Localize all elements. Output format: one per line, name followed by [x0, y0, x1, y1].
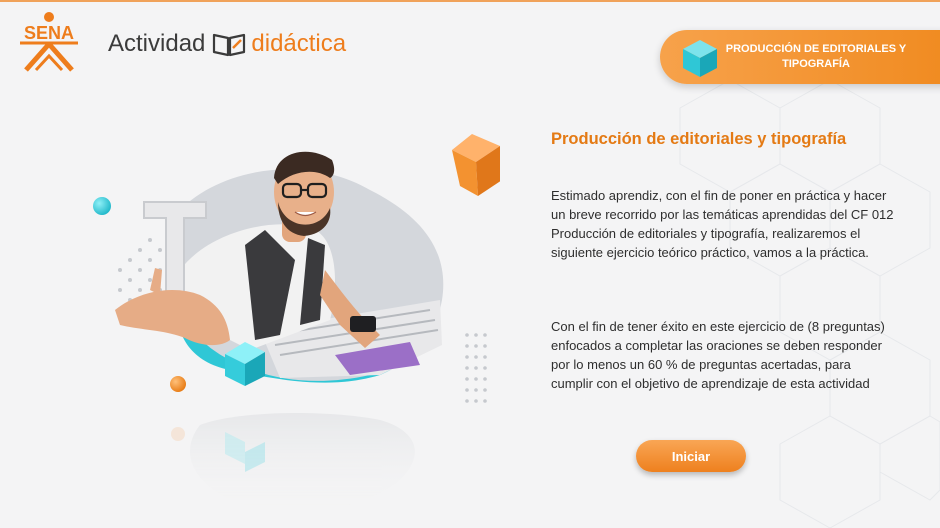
student-photo [169, 151, 444, 381]
svg-text:T: T [173, 262, 177, 268]
sena-logo: SENA [14, 10, 84, 72]
top-accent-line [0, 0, 940, 2]
brand-part1: Actividad [108, 30, 206, 57]
intro-paragraph: Estimado aprendiz, con el fin de poner e… [551, 188, 894, 260]
teal-sphere [93, 197, 111, 215]
brand-title: Actividad didáctica [108, 28, 346, 60]
logo-text: SENA [24, 23, 74, 43]
activity-title: Producción de editoriales y tipografía [551, 130, 847, 148]
orange-sphere [170, 376, 186, 392]
instructions-paragraph: Con el fin de tener éxito en este ejerci… [551, 319, 885, 391]
hero-illustration: T [93, 134, 500, 512]
brand-part2: didáctica [251, 30, 347, 57]
topic-badge-label: PRODUCCIÓN DE EDITORIALES Y TIPOGRAFÍA [725, 43, 907, 70]
cube-icon [683, 40, 717, 77]
book-icon [213, 33, 246, 57]
start-button[interactable]: Iniciar [636, 440, 746, 472]
orange-cube [452, 134, 500, 196]
topic-badge: PRODUCCIÓN DE EDITORIALES Y TIPOGRAFÍA [660, 30, 940, 84]
